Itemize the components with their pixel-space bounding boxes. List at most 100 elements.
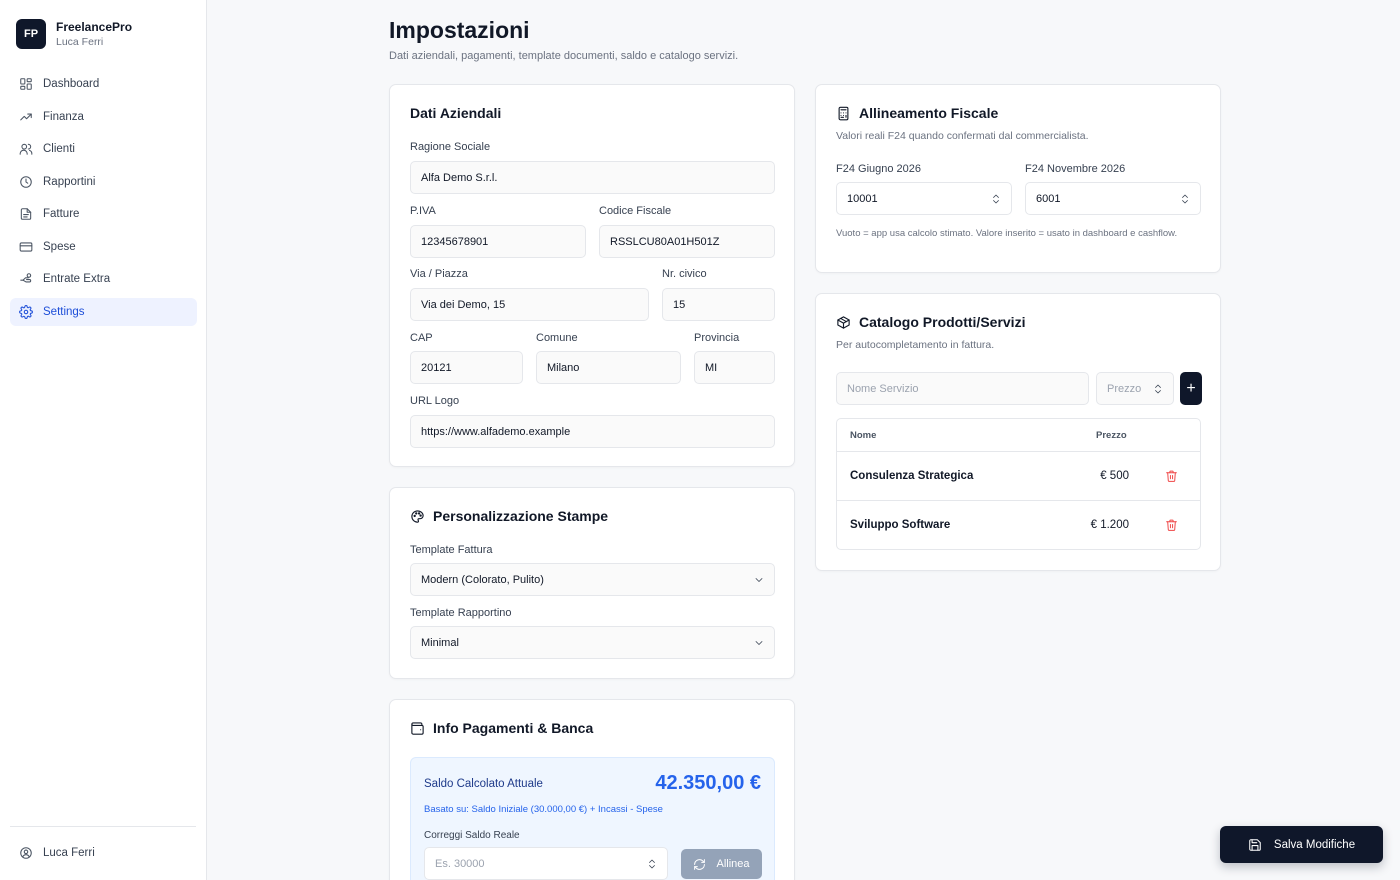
- service-name-input[interactable]: Nome Servizio: [836, 372, 1089, 405]
- sidebar-item-dashboard[interactable]: Dashboard: [10, 70, 197, 98]
- correct-balance-label: Correggi Saldo Reale: [424, 830, 520, 841]
- row-price: € 500: [1100, 470, 1129, 482]
- invoice-template-select[interactable]: Modern (Colorato, Pulito): [410, 563, 775, 596]
- catalog-card: Catalogo Prodotti/Servizi Per autocomple…: [815, 293, 1221, 571]
- sidebar-item-label: Rapportini: [43, 175, 96, 188]
- sidebar-item-label: Entrate Extra: [43, 273, 111, 285]
- card-title: Dati Aziendali: [410, 105, 502, 121]
- payments-card: Info Pagamenti & Banca Saldo Calcolato A…: [389, 699, 795, 880]
- civico-label: Nr. civico: [662, 268, 707, 280]
- wallet-icon: [411, 721, 424, 735]
- field-value: Milano: [547, 361, 580, 374]
- sidebar-item-label: Dashboard: [43, 78, 100, 90]
- cf-label: Codice Fiscale: [599, 205, 672, 217]
- company-card: Dati Aziendali Ragione Sociale Alfa Demo…: [389, 84, 795, 467]
- logo-url-input[interactable]: https://www.alfademo.example: [410, 415, 775, 448]
- balance-amount: 42.350,00 €: [655, 772, 761, 794]
- stepper-icon[interactable]: [990, 192, 1002, 206]
- table-header: Nome Prezzo: [837, 419, 1200, 452]
- table-row: Sviluppo Software € 1.200: [837, 501, 1200, 550]
- ragione-label: Ragione Sociale: [410, 141, 491, 153]
- provincia-label: Provincia: [694, 332, 740, 344]
- brand-name: FreelancePro: [56, 19, 133, 34]
- card-title-text: Catalogo Prodotti/Servizi: [859, 314, 1026, 330]
- card-title: Info Pagamenti & Banca: [410, 720, 593, 736]
- gear-icon: [19, 304, 33, 319]
- field-value: 10001: [847, 192, 878, 205]
- stepper-icon[interactable]: [646, 857, 658, 871]
- provincia-input[interactable]: MI: [694, 351, 775, 384]
- page-subtitle: Dati aziendali, pagamenti, template docu…: [389, 50, 739, 62]
- sidebar-item-clienti[interactable]: Clienti: [10, 135, 197, 163]
- sidebar-item-settings[interactable]: Settings: [10, 297, 197, 326]
- add-service-button[interactable]: +: [1180, 372, 1202, 405]
- page-title: Impostazioni: [389, 17, 530, 43]
- f24-november-input[interactable]: 6001: [1025, 182, 1201, 215]
- ragione-sociale-input[interactable]: Alfa Demo S.r.l.: [410, 161, 775, 194]
- refresh-icon: [694, 858, 706, 870]
- piva-input[interactable]: 12345678901: [410, 225, 586, 258]
- field-value: 15: [673, 298, 686, 311]
- user-profile-button[interactable]: Luca Ferri: [10, 839, 196, 867]
- card-title: Personalizzazione Stampe: [410, 508, 608, 524]
- field-value: MI: [705, 361, 718, 374]
- sidebar-item-entrate-extra[interactable]: Entrate Extra: [10, 265, 197, 293]
- f24-june-input[interactable]: 10001: [836, 182, 1012, 215]
- hand-coins-icon: [20, 273, 32, 283]
- field-value: Via dei Demo, 15: [421, 298, 506, 311]
- sidebar-item-fatture[interactable]: Fatture: [10, 200, 197, 228]
- save-changes-button[interactable]: Salva Modifiche: [1220, 826, 1383, 863]
- row-name: Consulenza Strategica: [850, 470, 974, 482]
- brand-user: Luca Ferri: [56, 35, 104, 48]
- save-button-label: Salva Modifiche: [1273, 838, 1356, 851]
- column-header-price: Prezzo: [1096, 430, 1127, 441]
- trash-icon[interactable]: [1165, 518, 1178, 532]
- field-value: 20121: [421, 361, 452, 374]
- report-template-select[interactable]: Minimal: [410, 626, 775, 659]
- catalog-table: Nome Prezzo Consulenza Strategica € 500 …: [836, 418, 1201, 550]
- row-price: € 1.200: [1090, 519, 1129, 531]
- field-value: Minimal: [421, 636, 459, 649]
- f24-november-label: F24 Novembre 2026: [1025, 163, 1126, 175]
- chevron-down-icon: [753, 636, 765, 650]
- comune-label: Comune: [536, 332, 578, 344]
- file-text-icon: [20, 208, 32, 220]
- package-icon: [837, 315, 850, 329]
- service-price-input[interactable]: Prezzo: [1096, 372, 1174, 405]
- via-input[interactable]: Via dei Demo, 15: [410, 288, 649, 321]
- field-value: RSSLCU80A01H501Z: [610, 235, 720, 248]
- palette-icon: [411, 509, 424, 523]
- align-button-label: Allinea: [716, 858, 750, 870]
- row-name: Sviluppo Software: [850, 519, 951, 531]
- field-placeholder: Es. 30000: [435, 857, 485, 870]
- card-title: Allineamento Fiscale: [836, 105, 998, 121]
- sidebar-item-label: Spese: [43, 240, 76, 253]
- users-icon: [19, 143, 33, 155]
- field-value: Alfa Demo S.r.l.: [421, 171, 498, 184]
- card-subtitle: Valori reali F24 quando confermati dal c…: [836, 130, 1089, 142]
- stepper-icon[interactable]: [1179, 192, 1191, 206]
- sidebar-item-label: Finanza: [43, 110, 84, 123]
- sidebar-item-finanza[interactable]: Finanza: [10, 103, 197, 131]
- chevron-down-icon: [753, 573, 765, 587]
- stepper-icon[interactable]: [1152, 382, 1164, 396]
- correct-balance-input[interactable]: Es. 30000: [424, 847, 668, 880]
- sidebar-item-spese[interactable]: Spese: [10, 233, 197, 261]
- comune-input[interactable]: Milano: [536, 351, 681, 384]
- trash-icon[interactable]: [1165, 469, 1178, 483]
- align-balance-button[interactable]: Allinea: [681, 849, 762, 879]
- column-header-name: Nome: [850, 430, 877, 441]
- balance-panel: Saldo Calcolato Attuale 42.350,00 € Basa…: [410, 757, 775, 880]
- credit-card-icon: [19, 241, 33, 252]
- cap-input[interactable]: 20121: [410, 351, 523, 384]
- sidebar: FP FreelancePro Luca Ferri Dashboard Fin…: [0, 0, 207, 880]
- invoice-template-label: Template Fattura: [410, 544, 493, 556]
- codice-fiscale-input[interactable]: RSSLCU80A01H501Z: [599, 225, 775, 258]
- civico-input[interactable]: 15: [662, 288, 775, 321]
- sidebar-item-label: Clienti: [43, 143, 75, 155]
- table-row: Consulenza Strategica € 500: [837, 452, 1200, 501]
- sidebar-item-rapportini[interactable]: Rapportini: [10, 168, 197, 196]
- card-title-text: Personalizzazione Stampe: [433, 508, 609, 524]
- cap-label: CAP: [410, 332, 433, 344]
- field-placeholder: Prezzo: [1107, 382, 1142, 395]
